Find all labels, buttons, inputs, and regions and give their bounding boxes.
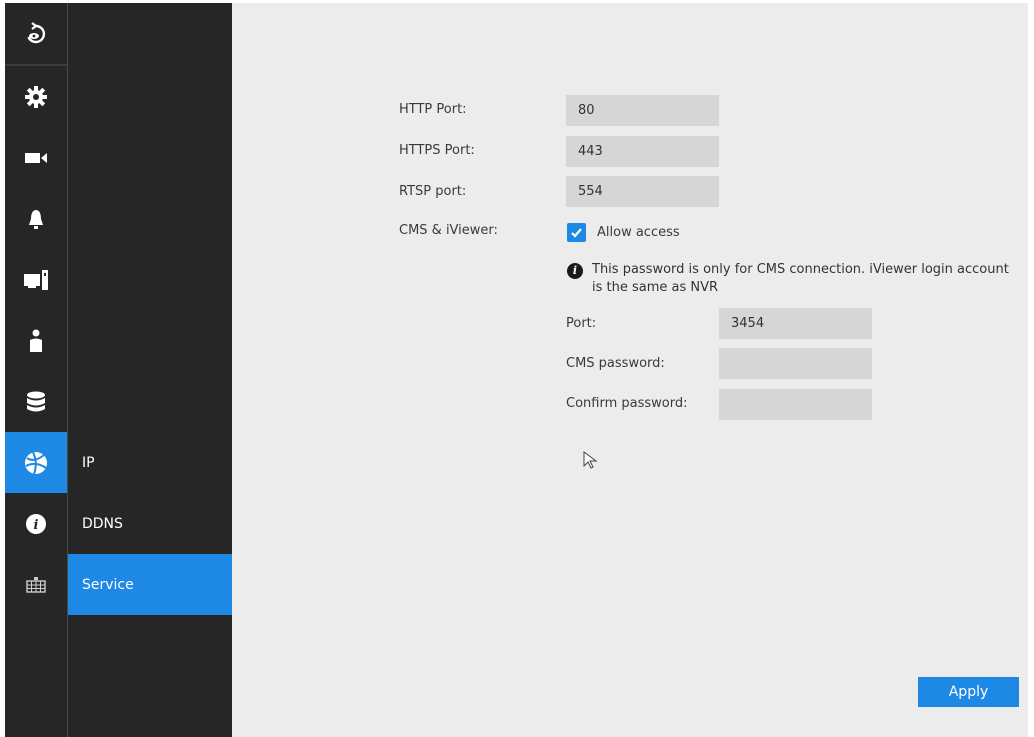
sub-menu: IP DDNS Service bbox=[68, 3, 232, 737]
apply-button[interactable]: Apply bbox=[918, 677, 1019, 707]
info-circle-icon: i bbox=[26, 513, 46, 534]
rail-user-button[interactable] bbox=[5, 310, 67, 371]
http-port-label: HTTP Port: bbox=[399, 102, 467, 117]
globe-icon bbox=[25, 451, 47, 474]
database-icon bbox=[27, 391, 45, 411]
monitor-icon bbox=[24, 269, 48, 290]
rail-display-button[interactable] bbox=[5, 249, 67, 310]
cms-password-input[interactable] bbox=[719, 348, 872, 379]
submenu-item-service[interactable]: Service bbox=[68, 554, 232, 615]
confirm-password-label: Confirm password: bbox=[566, 396, 688, 411]
http-port-input[interactable]: 80 bbox=[566, 95, 719, 126]
info-icon: i bbox=[567, 263, 583, 279]
camera-icon bbox=[25, 152, 47, 163]
rail-network-button[interactable] bbox=[5, 432, 67, 493]
gear-icon bbox=[25, 85, 47, 108]
submenu-item-label: DDNS bbox=[82, 515, 123, 532]
service-settings-panel: HTTP Port: 80 HTTPS Port: 443 RTSP port:… bbox=[232, 3, 1028, 737]
submenu-item-ddns[interactable]: DDNS bbox=[68, 493, 232, 554]
submenu-item-label: IP bbox=[82, 454, 95, 471]
cms-info-text: This password is only for CMS connection… bbox=[592, 262, 1009, 295]
cms-password-label: CMS password: bbox=[566, 356, 665, 371]
rail-settings-button[interactable] bbox=[5, 66, 67, 127]
rtsp-port-input[interactable]: 554 bbox=[566, 176, 719, 207]
submenu-item-label: Service bbox=[82, 576, 134, 593]
keyboard-icon bbox=[26, 576, 46, 593]
rail-back-button[interactable] bbox=[5, 3, 67, 64]
rail-event-button[interactable] bbox=[5, 188, 67, 249]
allow-access-label: Allow access bbox=[597, 225, 680, 240]
back-icon bbox=[27, 21, 46, 43]
cms-port-input[interactable]: 3454 bbox=[719, 308, 872, 339]
user-icon bbox=[30, 329, 42, 352]
allow-access-checkbox[interactable] bbox=[567, 223, 586, 242]
https-port-input[interactable]: 443 bbox=[566, 136, 719, 167]
rail-storage-button[interactable] bbox=[5, 371, 67, 432]
icon-rail: i bbox=[5, 3, 67, 737]
rail-camera-button[interactable] bbox=[5, 127, 67, 188]
https-port-label: HTTPS Port: bbox=[399, 143, 475, 158]
mouse-cursor-icon bbox=[583, 451, 598, 469]
bell-icon bbox=[29, 209, 43, 229]
rail-keyboard-button[interactable] bbox=[5, 554, 67, 615]
rail-info-button[interactable]: i bbox=[5, 493, 67, 554]
svg-text:i: i bbox=[34, 518, 39, 533]
submenu-item-ip[interactable]: IP bbox=[68, 432, 232, 493]
rtsp-port-label: RTSP port: bbox=[399, 184, 467, 199]
cms-iviewer-label: CMS & iViewer: bbox=[399, 223, 498, 238]
confirm-password-input[interactable] bbox=[719, 389, 872, 420]
port-label: Port: bbox=[566, 316, 597, 331]
checkmark-icon bbox=[571, 228, 582, 238]
